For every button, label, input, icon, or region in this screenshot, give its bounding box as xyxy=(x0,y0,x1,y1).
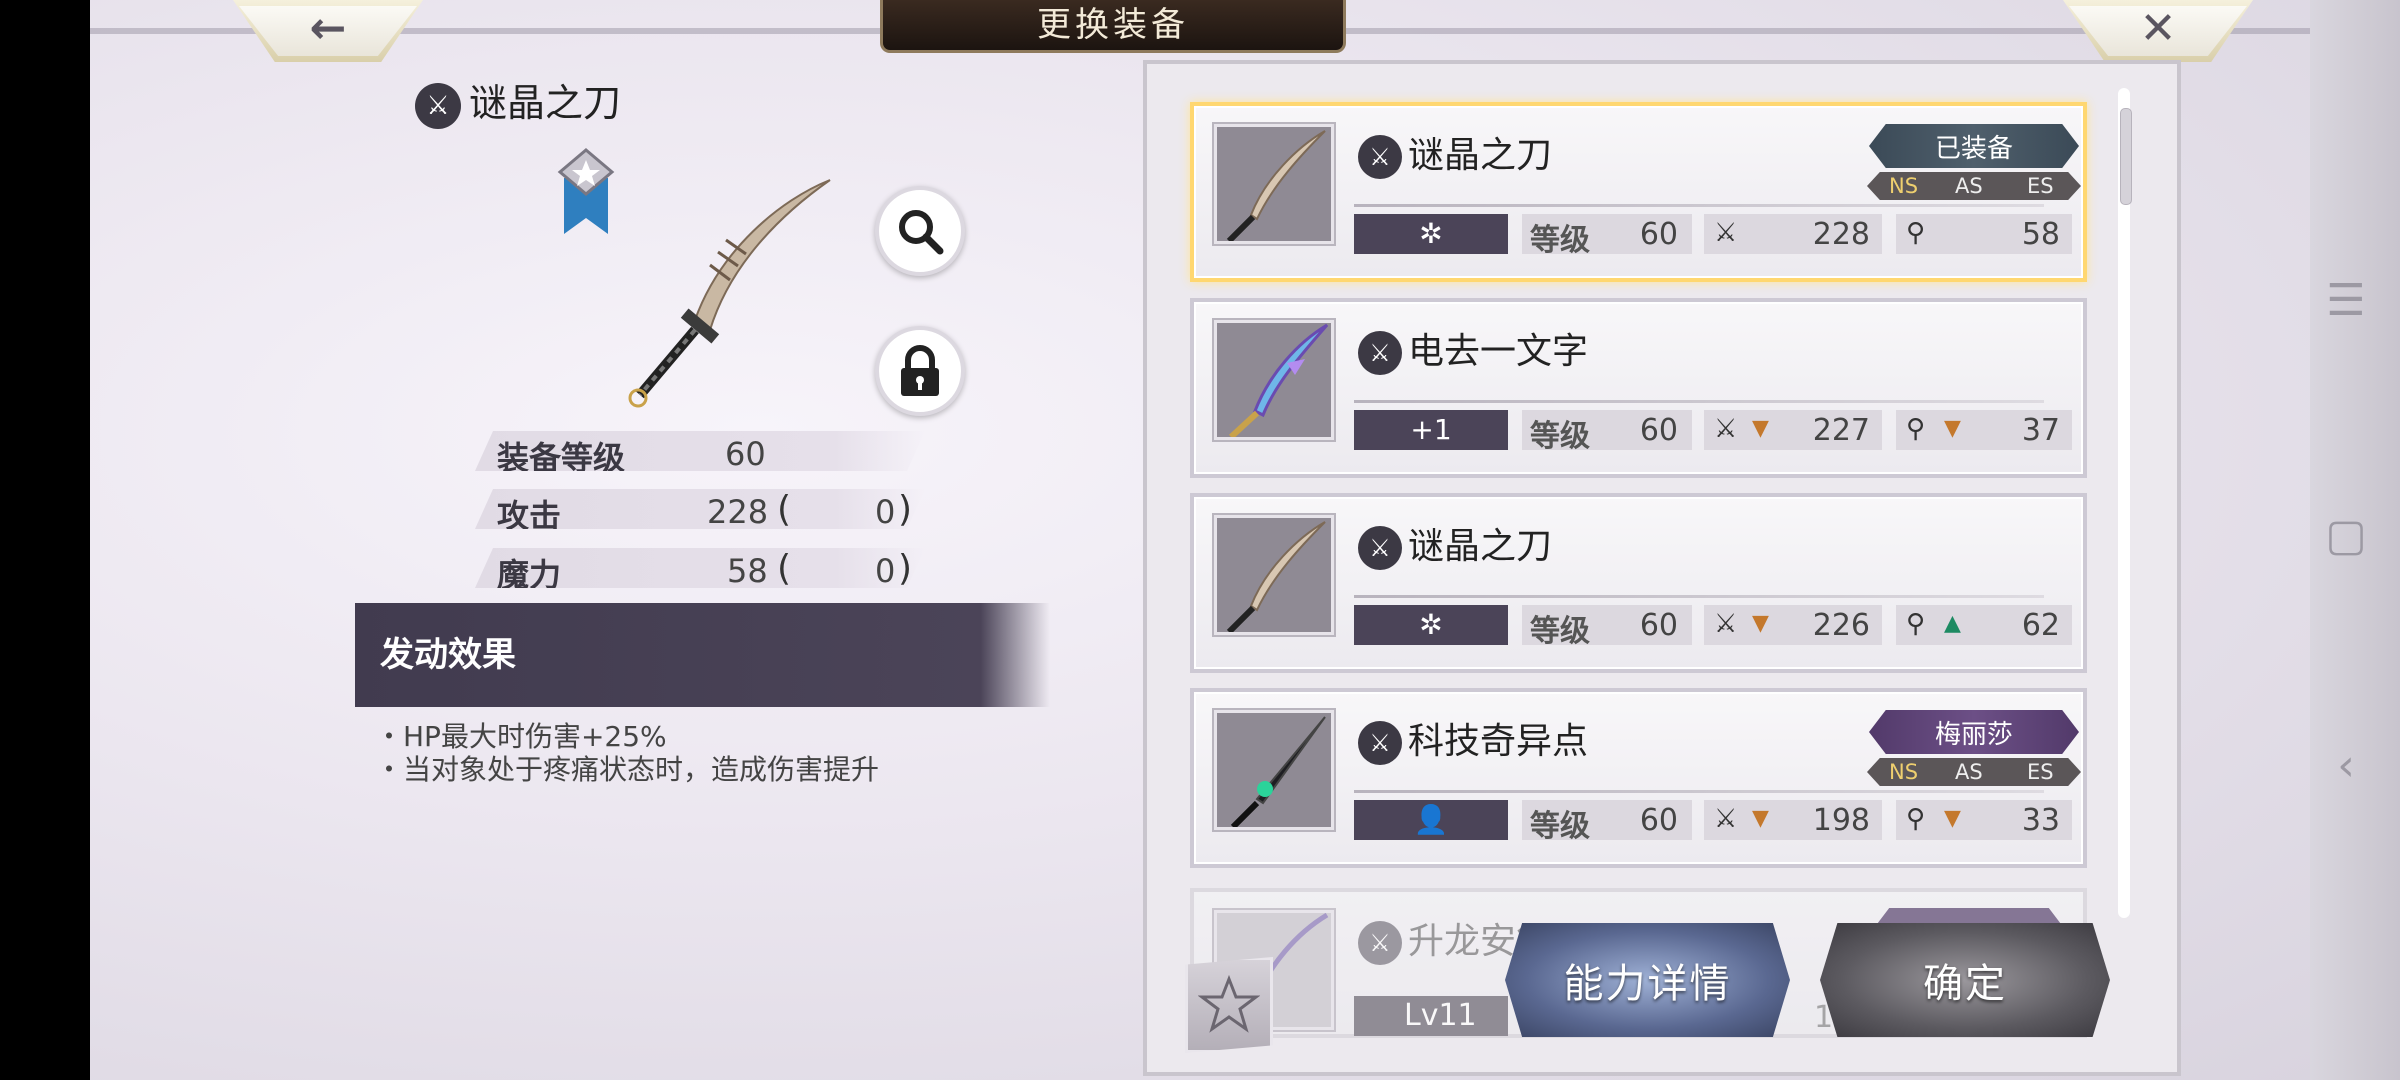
down-arrow-icon: ▼ xyxy=(1752,416,1769,441)
equipped-by-tag: 梅丽莎 xyxy=(1869,710,2079,754)
level-stat: 等级 60 xyxy=(1522,800,1692,844)
equipment-card[interactable]: ⚔ 科技奇异点 梅丽莎 NS AS ES 👤 等级 60 ⚔ ▼ 198 ⚲ ▼ 33 xyxy=(1190,688,2087,868)
page-title: 更换装备 xyxy=(880,0,1346,53)
scrollbar-track[interactable] xyxy=(2118,88,2130,918)
weapon-thumbnail xyxy=(1214,515,1334,635)
menu-icon[interactable]: ☰ xyxy=(2320,275,2372,326)
close-icon: ✕ xyxy=(2139,2,2177,54)
sword-type-icon: ⚔ xyxy=(1358,526,1402,570)
down-arrow-icon: ▼ xyxy=(1944,416,1961,441)
level-stat: 等级 60 xyxy=(1522,214,1692,258)
stat-row-equip-level: 装备等级 60 xyxy=(475,431,925,471)
sword-type-icon: ⚔ xyxy=(1358,921,1402,965)
detail-weapon-name: ⚔ 谜晶之刀 xyxy=(415,72,621,129)
rarity-badge: ✲ xyxy=(1354,605,1508,645)
effect-item: ・HP最大时伤害+25% xyxy=(375,720,667,753)
sword-type-icon: ⚔ xyxy=(1358,135,1402,179)
stat-bonus: 0 xyxy=(875,493,896,531)
stat-bonus: 0 xyxy=(875,552,896,590)
down-arrow-icon: ▼ xyxy=(1752,611,1769,636)
person-icon: 👤 xyxy=(1413,803,1449,836)
attack-stat: ⚔ ▼ 226 xyxy=(1704,605,1882,645)
staff-icon: ⚲ xyxy=(1906,414,1926,444)
stat-value: 60 xyxy=(725,435,766,473)
weapon-thumbnail xyxy=(1214,710,1334,830)
down-arrow-icon: ▼ xyxy=(1944,806,1961,831)
magnifier-icon xyxy=(899,210,944,255)
weapon-thumbnail xyxy=(1214,320,1334,440)
effect-list: ・HP最大时伤害+25% ・当对象处于疼痛状态时，造成伤害提升 xyxy=(375,720,879,786)
attack-icon: ⚔ xyxy=(1714,609,1738,639)
staff-icon: ⚲ xyxy=(1906,218,1926,248)
level-stat: 等级 60 xyxy=(1522,605,1692,649)
stat-value: 58 xyxy=(727,552,768,590)
skill-slots: NS AS ES xyxy=(1867,172,2081,200)
sword-type-icon: ⚔ xyxy=(1358,721,1402,765)
equipment-card[interactable]: ⚔ 电去一文字 +1 等级 60 ⚔ ▼ 227 ⚲ ▼ 37 xyxy=(1190,298,2087,478)
down-arrow-icon: ▼ xyxy=(1752,806,1769,831)
stat-value: 228 xyxy=(707,493,769,531)
effect-item: ・当对象处于疼痛状态时，造成伤害提升 xyxy=(375,753,880,786)
equipped-tag: 已装备 xyxy=(1869,124,2079,168)
character-badge: 👤 xyxy=(1354,800,1508,840)
level-chip: Lv11 xyxy=(1354,996,1508,1036)
attack-stat: ⚔ ▼ 198 xyxy=(1704,800,1882,840)
star-icon xyxy=(1198,974,1260,1033)
skill-slots: NS AS ES xyxy=(1867,758,2081,786)
rarity-badge: ✲ xyxy=(1354,214,1508,254)
staff-icon: ⚲ xyxy=(1906,804,1926,834)
attack-stat: ⚔ ▼ 227 xyxy=(1704,410,1882,450)
weapon-thumbnail xyxy=(1214,124,1334,244)
attack-icon: ⚔ xyxy=(1714,218,1738,248)
equipment-card-equipped[interactable]: ⚔ 谜晶之刀 已装备 NS AS ES ✲ 等级 60 ⚔ 228 ⚲ 58 xyxy=(1190,102,2087,282)
stat-row-attack: 攻击 228 ( 0 ) xyxy=(475,489,925,529)
sword-type-icon: ⚔ xyxy=(415,82,461,129)
sword-type-icon: ⚔ xyxy=(1358,331,1402,375)
zoom-button[interactable] xyxy=(875,186,965,276)
level-stat: 等级 60 xyxy=(1522,410,1692,454)
magic-stat: ⚲ 58 xyxy=(1896,214,2072,254)
up-arrow-icon: ▲ xyxy=(1944,611,1961,636)
lock-button[interactable] xyxy=(875,326,965,416)
ability-detail-button[interactable]: 能力详情 xyxy=(1505,923,1790,1037)
weapon-image xyxy=(628,179,831,408)
attack-icon: ⚔ xyxy=(1714,804,1738,834)
staff-icon: ⚲ xyxy=(1906,609,1926,639)
confirm-button[interactable]: 确定 xyxy=(1820,923,2110,1037)
attack-icon: ⚔ xyxy=(1714,414,1738,444)
back-arrow-icon: ← xyxy=(309,2,347,54)
lock-icon xyxy=(901,345,939,396)
effect-header: 发动效果 xyxy=(355,603,1050,707)
favorite-button[interactable] xyxy=(1185,957,1273,1053)
stat-row-magic: 魔力 58 ( 0 ) xyxy=(475,548,925,588)
refine-badge: +1 xyxy=(1354,410,1508,450)
attack-stat: ⚔ 228 xyxy=(1704,214,1882,254)
magic-stat: ⚲ ▼ 37 xyxy=(1896,410,2072,450)
magic-stat: ⚲ ▲ 62 xyxy=(1896,605,2072,645)
home-icon[interactable]: ▢ xyxy=(2320,510,2372,561)
scrollbar-thumb[interactable] xyxy=(2120,108,2132,205)
back-nav-icon[interactable]: ‹ xyxy=(2320,740,2372,791)
equipment-card[interactable]: ⚔ 谜晶之刀 ✲ 等级 60 ⚔ ▼ 226 ⚲ ▲ 62 xyxy=(1190,493,2087,673)
magic-stat: ⚲ ▼ 33 xyxy=(1896,800,2072,840)
